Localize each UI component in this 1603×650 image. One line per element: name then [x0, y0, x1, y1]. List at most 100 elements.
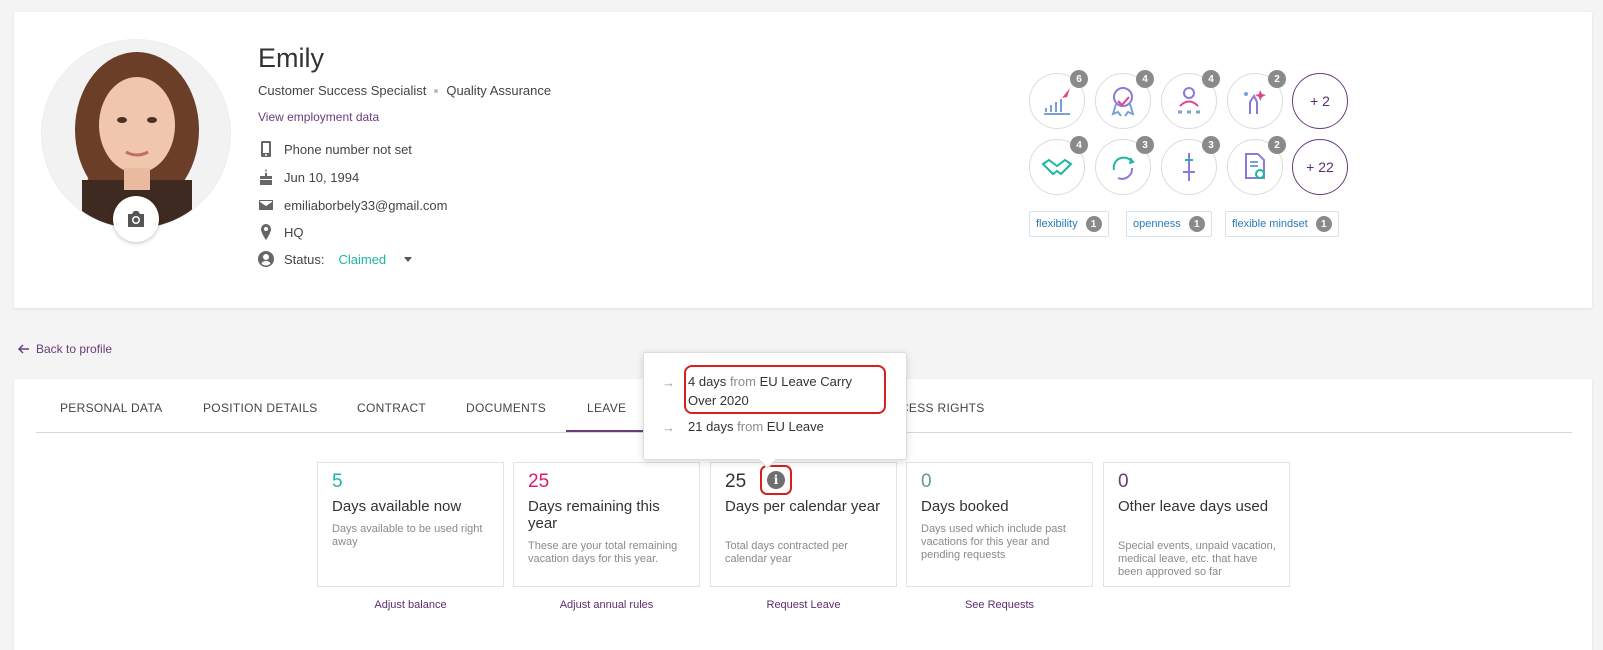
badge-count: 3 — [1202, 136, 1220, 154]
person-stars-icon — [1178, 87, 1200, 114]
cycle-arrows-icon — [1112, 156, 1135, 180]
stat-days-per-year: 25 Days per calendar year Total days con… — [710, 462, 897, 587]
tooltip-highlight-outline — [684, 365, 886, 414]
badge-count: 4 — [1202, 70, 1220, 88]
status-row: Status: Claimed — [258, 251, 413, 267]
badge-count: 6 — [1070, 70, 1088, 88]
arrow-right-icon: → — [662, 375, 675, 390]
request-leave-link[interactable]: Request Leave — [710, 599, 897, 611]
birthday-text: Jun 10, 1994 — [284, 169, 360, 185]
stat-value: 0 — [921, 471, 932, 492]
badge-6[interactable]: 3 — [1095, 136, 1154, 195]
tag-label: flexible mindset — [1232, 218, 1308, 230]
tab-position-details[interactable]: POSITION DETAILS — [203, 396, 318, 432]
tag-count: 1 — [1188, 216, 1205, 232]
badge-7[interactable]: 3 — [1161, 136, 1220, 195]
status-value[interactable]: Claimed — [338, 252, 386, 267]
tooltip-source: EU Leave — [766, 419, 824, 434]
back-to-profile-link[interactable]: Back to profile — [18, 342, 112, 356]
info-icon: i — [767, 471, 785, 489]
change-photo-button[interactable] — [113, 196, 159, 242]
profile-card — [14, 12, 1592, 308]
badge-count: 2 — [1268, 136, 1286, 154]
badge-2[interactable]: 4 — [1095, 70, 1154, 129]
stat-description: Days available to be used right away — [332, 523, 483, 548]
badge-count: 3 — [1136, 136, 1154, 154]
arrow-right-icon: → — [662, 420, 675, 435]
mail-icon — [259, 200, 273, 210]
email-text: emiliaborbely33@gmail.com — [284, 197, 448, 213]
badge-5[interactable]: 4 — [1029, 136, 1088, 195]
stat-title: Days available now — [332, 498, 462, 515]
skill-tag-openness[interactable]: openness 1 — [1126, 211, 1212, 237]
stat-title: Days per calendar year — [725, 498, 881, 515]
status-dropdown-icon[interactable] — [404, 256, 413, 262]
tab-personal-data[interactable]: PERSONAL DATA — [60, 396, 162, 432]
stat-description: These are your total remaining vacation … — [528, 540, 678, 565]
badge-8[interactable]: 2 — [1227, 136, 1286, 195]
tooltip-row-text: 21 days from EU Leave — [688, 417, 824, 436]
skill-tag-flexibility[interactable]: flexibility 1 — [1029, 211, 1109, 237]
hand-sparkle-icon — [1244, 90, 1266, 114]
stat-title: Other leave days used — [1118, 498, 1269, 515]
rocket-chart-icon — [1044, 88, 1070, 115]
sword-icon — [1183, 153, 1195, 181]
adjust-annual-rules-link[interactable]: Adjust annual rules — [513, 599, 700, 611]
stat-days-remaining: 25 Days remaining this year These are yo… — [513, 462, 700, 587]
email-row: emiliaborbely33@gmail.com — [258, 197, 447, 213]
badge-4[interactable]: 2 — [1227, 70, 1286, 129]
stat-days-booked: 0 Days booked Days used which include pa… — [906, 462, 1093, 587]
position-line: Customer Success Specialist Quality Assu… — [258, 83, 551, 98]
stat-value: 5 — [332, 471, 343, 492]
tooltip-from: from — [737, 419, 764, 434]
award-ribbon-icon — [1111, 87, 1135, 117]
arrow-left-icon — [18, 344, 29, 354]
handshake-icon — [1041, 158, 1073, 176]
view-employment-data-link[interactable]: View employment data — [258, 110, 379, 124]
badges-more-button[interactable]: + 2 — [1292, 73, 1348, 129]
phone-row: Phone number not set — [258, 141, 412, 157]
badge-3[interactable]: 4 — [1161, 70, 1220, 129]
document-search-icon — [1245, 153, 1265, 179]
stat-value: 25 — [725, 471, 747, 492]
badge-1[interactable]: 6 — [1029, 70, 1088, 129]
birthday-row: Jun 10, 1994 — [258, 169, 359, 185]
adjust-balance-link[interactable]: Adjust balance — [317, 599, 504, 611]
tag-count: 1 — [1315, 216, 1332, 232]
location-text: HQ — [284, 224, 304, 240]
stat-description: Days used which include past vacations f… — [921, 523, 1066, 561]
tab-leave[interactable]: LEAVE — [566, 396, 648, 432]
separator-dot — [434, 88, 439, 93]
tab-documents[interactable]: DOCUMENTS — [466, 396, 546, 432]
tooltip-amount: 21 days — [688, 419, 734, 434]
tag-count: 1 — [1085, 216, 1102, 232]
cake-icon — [260, 169, 272, 185]
stat-value: 25 — [528, 471, 550, 492]
skill-tag-flexible-mindset[interactable]: flexible mindset 1 — [1225, 211, 1339, 237]
badge-count: 4 — [1136, 70, 1154, 88]
see-requests-link[interactable]: See Requests — [906, 599, 1093, 611]
stat-title: Days remaining this year — [528, 498, 660, 532]
profile-name: Emily — [258, 43, 324, 73]
stat-days-available: 5 Days available now Days available to b… — [317, 462, 504, 587]
location-row: HQ — [258, 224, 304, 240]
badge-count: 2 — [1268, 70, 1286, 88]
back-link-label: Back to profile — [36, 342, 113, 356]
badge-count: 4 — [1070, 136, 1088, 154]
department: Quality Assurance — [446, 83, 552, 98]
camera-icon — [128, 211, 144, 227]
tab-contract[interactable]: CONTRACT — [357, 396, 426, 432]
stat-title: Days booked — [921, 498, 1009, 515]
badges-more-button[interactable]: + 22 — [1292, 139, 1348, 195]
stat-other-leave: 0 Other leave days used Special events, … — [1103, 462, 1290, 587]
stat-description: Special events, unpaid vacation, medical… — [1118, 540, 1276, 578]
location-pin-icon — [261, 224, 271, 240]
phone-text: Phone number not set — [284, 141, 412, 157]
days-breakdown-info-button[interactable]: i — [760, 465, 792, 495]
position-title: Customer Success Specialist — [258, 83, 427, 98]
tag-label: flexibility — [1036, 218, 1078, 230]
tag-label: openness — [1133, 218, 1181, 230]
tooltip-row: → 21 days from EU Leave — [662, 417, 824, 437]
phone-icon — [261, 141, 271, 157]
stat-description: Total days contracted per calendar year — [725, 540, 848, 565]
